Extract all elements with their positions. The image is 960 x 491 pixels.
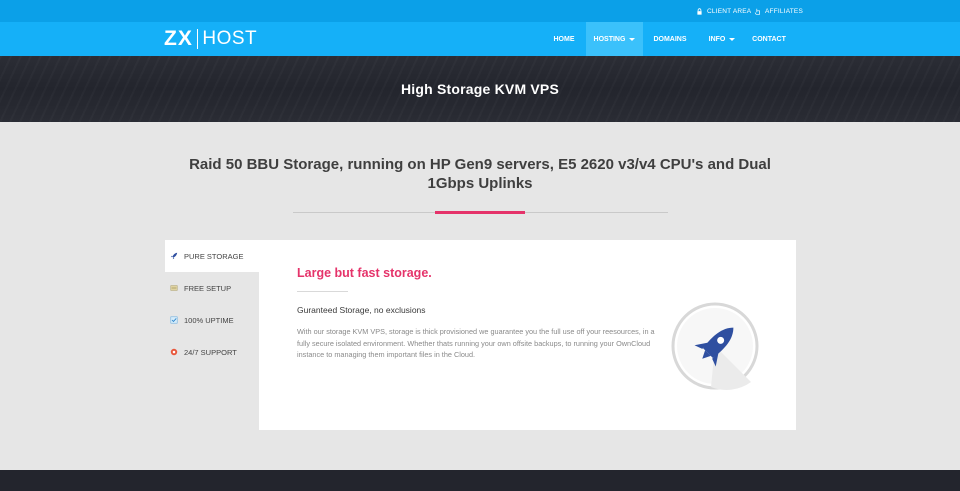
lock-icon: [697, 7, 702, 15]
main-nav: ZX HOST HOME HOSTING DOMAINS INFO CONTAC…: [0, 22, 960, 56]
logo-zx: ZX: [164, 27, 193, 50]
footer-strip: [0, 470, 960, 491]
server-icon: [170, 285, 178, 291]
tab-free-setup[interactable]: FREE SETUP: [165, 272, 259, 304]
rocket-icon: [170, 252, 178, 260]
feature-tabs: PURE STORAGE FREE SETUP 100% UPTIME 24/7…: [165, 240, 259, 368]
chevron-down-icon: [729, 37, 736, 41]
tab-pure-storage[interactable]: PURE STORAGE: [165, 240, 259, 272]
nav-hosting[interactable]: HOSTING: [586, 22, 643, 56]
nav-info-label: INFO: [708, 35, 726, 43]
affiliates-label: AFFILIATES: [765, 7, 803, 15]
client-area-link[interactable]: CLIENT AREA: [696, 0, 751, 22]
panel-body: With our storage KVM VPS, storage is thi…: [297, 327, 655, 359]
nav-domains[interactable]: DOMAINS: [646, 22, 694, 56]
support-icon: [170, 348, 178, 356]
hand-pointer-icon: [754, 8, 760, 15]
logo-divider: [196, 29, 199, 49]
hero-banner: High Storage KVM VPS: [0, 56, 960, 122]
logo-host: HOST: [202, 28, 258, 49]
nav-home[interactable]: HOME: [544, 22, 584, 56]
nav-contact-label: CONTACT: [752, 35, 786, 43]
nav-domains-label: DOMAINS: [653, 35, 687, 43]
nav-home-label: HOME: [553, 35, 575, 43]
nav-hosting-label: HOSTING: [593, 35, 626, 43]
section-headline: Raid 50 BBU Storage, running on HP Gen9 …: [189, 156, 771, 192]
page-title: High Storage KVM VPS: [400, 81, 560, 97]
tab-uptime-label: 100% UPTIME: [184, 315, 234, 325]
rocket-badge-icon: [671, 302, 759, 390]
nav-contact[interactable]: CONTACT: [748, 22, 790, 56]
client-area-label: CLIENT AREA: [707, 7, 752, 15]
panel-subtitle: Guranteed Storage, no exclusions: [297, 305, 426, 315]
logo[interactable]: ZX HOST: [164, 27, 258, 50]
tab-free-setup-label: FREE SETUP: [184, 283, 232, 293]
tab-uptime[interactable]: 100% UPTIME: [165, 304, 259, 336]
utility-bar: CLIENT AREA AFFILIATES: [0, 0, 960, 22]
chevron-down-icon: [629, 37, 636, 41]
divider-accent: [435, 211, 525, 214]
tab-support-label: 24/7 SUPPORT: [184, 347, 237, 357]
panel-title: Large but fast storage.: [297, 266, 432, 280]
tab-support[interactable]: 24/7 SUPPORT: [165, 336, 259, 368]
affiliates-link[interactable]: AFFILIATES: [754, 0, 803, 22]
nav-info[interactable]: INFO: [700, 22, 744, 56]
tab-panel: Large but fast storage. Guranteed Storag…: [259, 240, 796, 430]
checkbox-icon: [170, 316, 178, 324]
panel-divider: [297, 291, 348, 292]
tab-pure-storage-label: PURE STORAGE: [184, 251, 244, 261]
